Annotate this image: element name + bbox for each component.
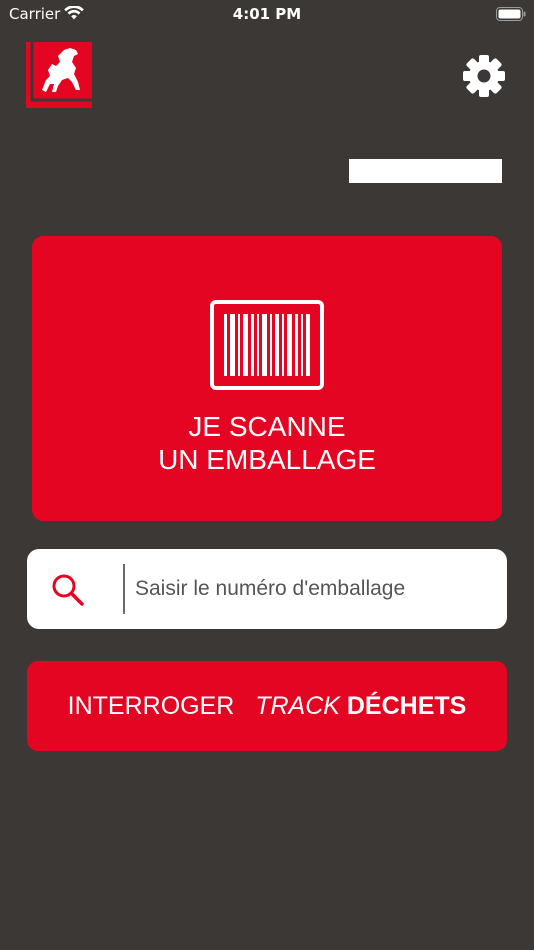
track-button-label-part2: TRACK [255, 691, 340, 720]
white-banner-bar [349, 159, 502, 183]
scan-label-line1: JE SCANNE [188, 411, 346, 442]
search-box [27, 549, 507, 629]
track-button-label-part3: DÉCHETS [346, 691, 467, 720]
settings-button[interactable] [460, 52, 508, 100]
status-bar: Carrier 4:01 PM [0, 0, 534, 30]
horse-logo-icon [26, 42, 92, 108]
barcode-icon [210, 300, 324, 390]
package-number-input[interactable] [135, 565, 485, 613]
battery-icon [496, 7, 526, 21]
track-button-label-part1: INTERROGER [67, 691, 235, 720]
scan-package-button[interactable]: JE SCANNE UN EMBALLAGE [32, 236, 502, 521]
status-time: 4:01 PM [232, 5, 302, 23]
scan-label-line2: UN EMBALLAGE [158, 444, 376, 475]
search-divider [123, 564, 125, 614]
search-icon[interactable] [51, 573, 85, 607]
track-dechets-button[interactable]: INTERROGER TRACK DÉCHETS [27, 661, 507, 751]
gear-icon [463, 55, 505, 97]
